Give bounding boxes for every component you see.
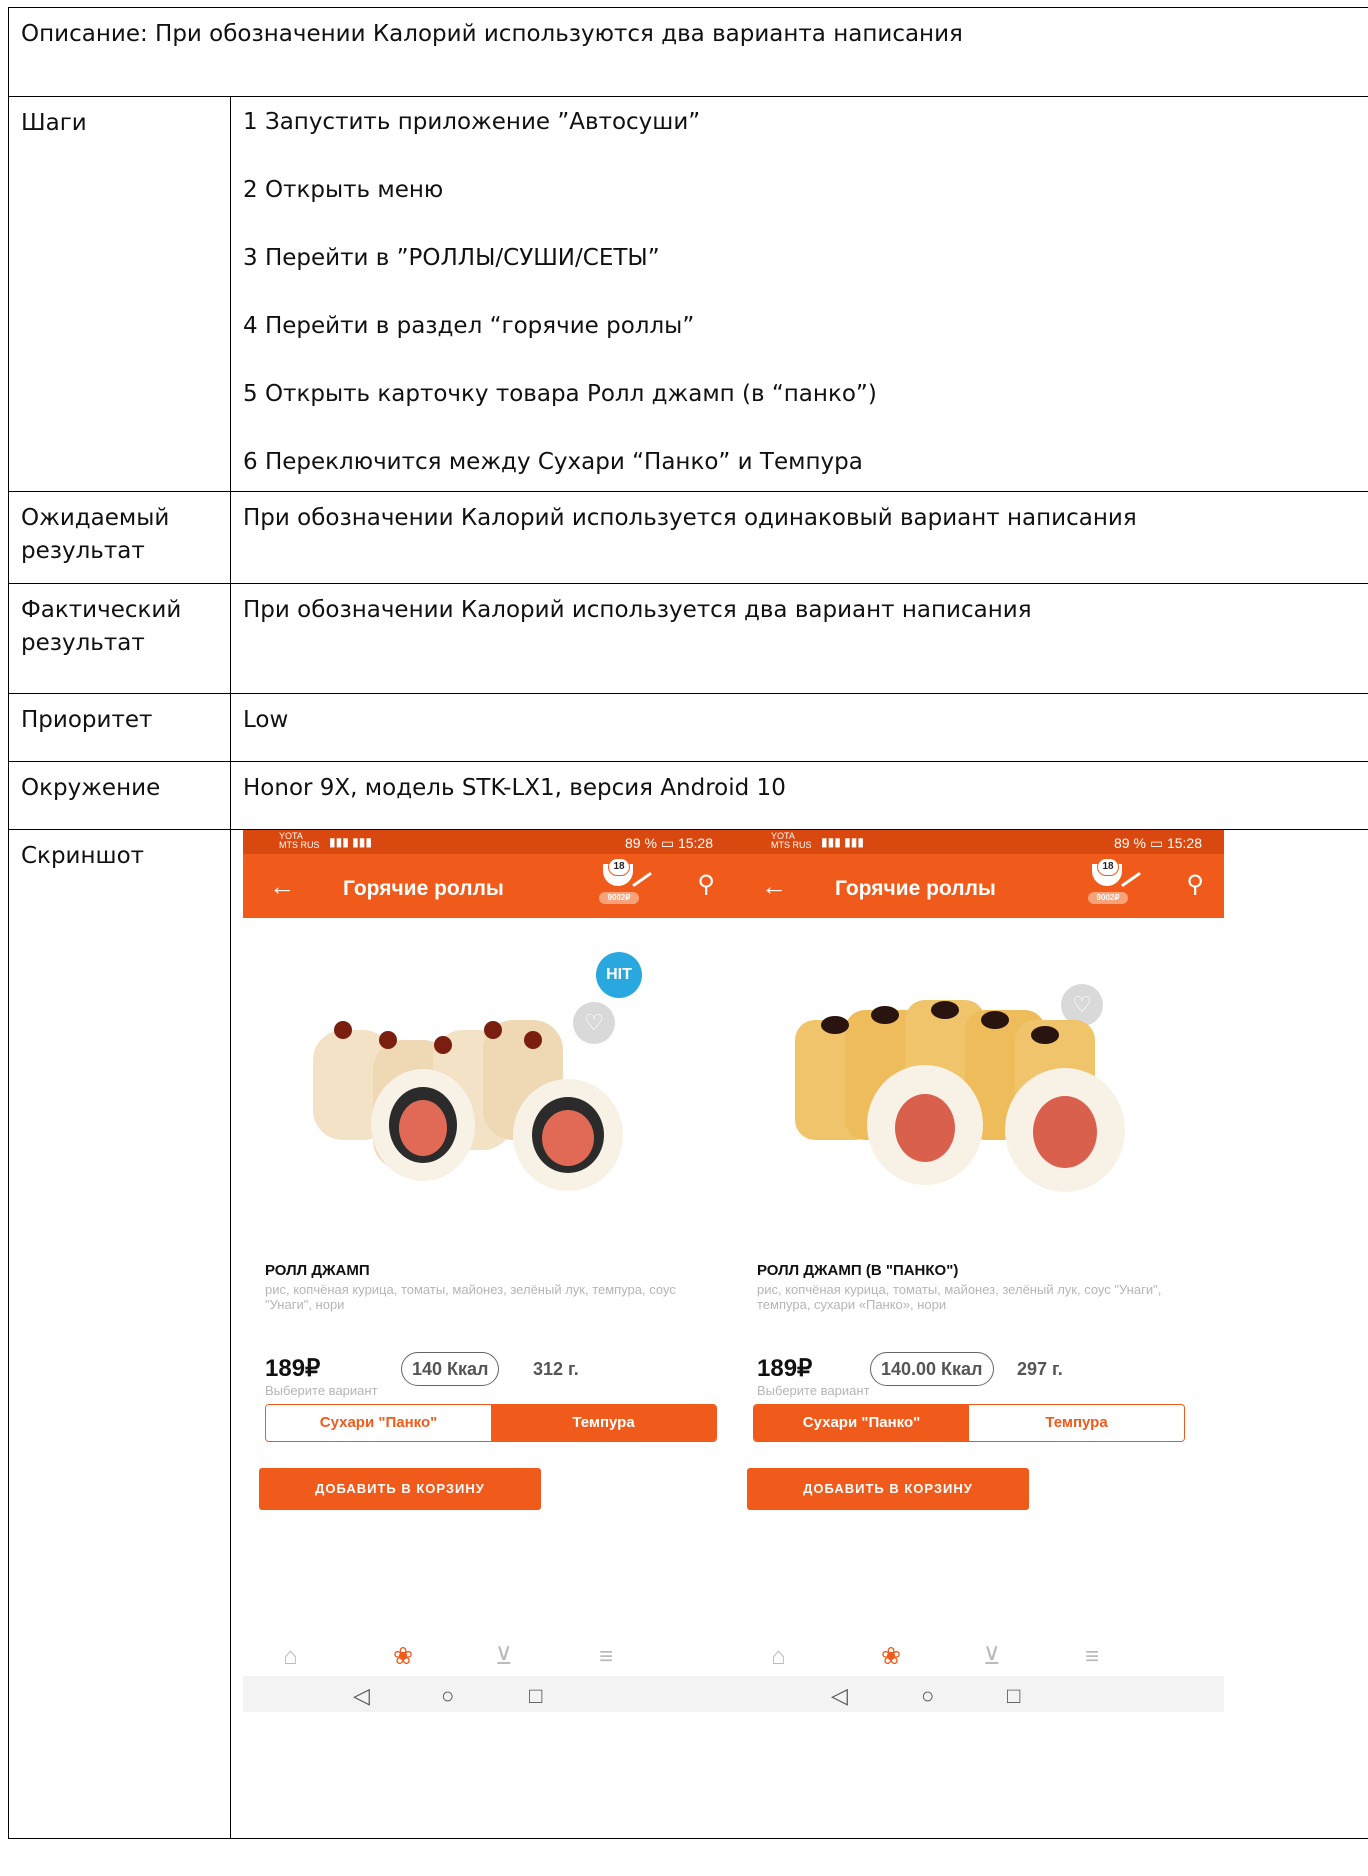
home-icon[interactable]: ⌂ (283, 1640, 298, 1675)
basket-icon[interactable]: ⊻ (983, 1640, 1001, 1675)
step-4: 4 Перейти в раздел “горячие роллы” (243, 313, 695, 339)
arrow-left-icon[interactable]: ← (761, 868, 787, 906)
nav-back-icon[interactable]: ◁ (353, 1680, 370, 1712)
cart-bowl-icon[interactable]: 18 9002₽ (599, 858, 655, 912)
system-navigation: ◁ ○ □ (243, 1676, 735, 1712)
screenshot-cell: YOTA MTS RUS ▮▮▮ ▮▮▮ 89 % ▭ 15:28 ← Горяч… (230, 829, 1368, 1839)
app-bar: ← Горячие роллы 18 9002₽ ⚲ (735, 854, 1224, 918)
product-name: РОЛЛ ДЖАМП (265, 1262, 370, 1279)
signal-icon: ▮▮▮ ▮▮▮ (821, 835, 864, 849)
product-weight: 312 г. (533, 1359, 579, 1379)
variant-toggle: Сухари "Панко" Темпура (753, 1404, 1185, 1442)
basket-icon[interactable]: ⊻ (495, 1640, 513, 1675)
phone-right: YOTA MTS RUS ▮▮▮ ▮▮▮ 89 % ▭ 15:28 ← Горяч… (735, 830, 1224, 1712)
product-ingredients: рис, копчёная курица, томаты, майонез, з… (265, 1282, 676, 1312)
product-weight: 297 г. (1017, 1359, 1063, 1379)
bottom-tabs: ⌂ ❀ ⊻ ≡ (243, 1640, 735, 1672)
signal-icon: ▮▮▮ ▮▮▮ (329, 835, 372, 849)
step-1: 1 Запустить приложение ”Автосуши” (243, 109, 701, 135)
bug-report-table: Описание: При обозначении Калорий исполь… (8, 7, 1368, 1839)
sushi-icon[interactable]: ❀ (393, 1640, 413, 1675)
sushi-roll (313, 1020, 623, 1191)
system-navigation: ◁ ○ □ (735, 1676, 1224, 1712)
sushi-image (795, 1000, 1125, 1192)
variant-toggle: Сухари "Панко" Темпура (265, 1404, 717, 1442)
variant-hint: Выберите вариант (757, 1383, 870, 1398)
search-icon[interactable]: ⚲ (1186, 868, 1204, 903)
screenshot-label: Скриншот (8, 829, 231, 1839)
sushi-roll (795, 1000, 1125, 1192)
steps-label: Шаги (8, 96, 231, 492)
battery-time: 89 % ▭ 15:28 (1114, 835, 1202, 851)
product-kcal: 140 Ккал (401, 1352, 500, 1387)
cart-count: 18 (1097, 858, 1119, 876)
status-bar: YOTA MTS RUS ▮▮▮ ▮▮▮ 89 % ▭ 15:28 (243, 830, 735, 854)
variant-tempura[interactable]: Темпура (969, 1405, 1184, 1441)
app-bar: ← Горячие роллы 18 9002₽ ⚲ (243, 854, 735, 918)
phone-left: YOTA MTS RUS ▮▮▮ ▮▮▮ 89 % ▭ 15:28 ← Горяч… (243, 830, 735, 1712)
screen-title: Горячие роллы (835, 877, 996, 900)
cart-price: 9002₽ (1088, 892, 1128, 904)
status-bar: YOTA MTS RUS ▮▮▮ ▮▮▮ 89 % ▭ 15:28 (735, 830, 1224, 854)
cart-price: 9002₽ (599, 892, 639, 904)
screen-title: Горячие роллы (343, 877, 504, 900)
nav-home-icon[interactable]: ○ (441, 1680, 454, 1712)
product-ingredients: рис, копчёная курица, томаты, майонез, з… (757, 1282, 1162, 1312)
step-6: 6 Переключится между Сухари “Панко” и Те… (243, 449, 863, 475)
environment-value: Honor 9X, модель STK-LX1, версия Android… (230, 761, 1368, 830)
carrier: YOTA MTS RUS (279, 831, 320, 850)
menu-icon[interactable]: ≡ (599, 1640, 613, 1675)
description: Описание: При обозначении Калорий исполь… (8, 7, 1368, 97)
nav-home-icon[interactable]: ○ (921, 1680, 934, 1712)
step-3: 3 Перейти в ”РОЛЛЫ/СУШИ/СЕТЫ” (243, 245, 660, 271)
menu-icon[interactable]: ≡ (1085, 1640, 1099, 1675)
add-to-cart-button[interactable]: ДОБАВИТЬ В КОРЗИНУ (747, 1468, 1029, 1510)
product-kcal: 140.00 Ккал (870, 1352, 994, 1387)
variant-hint: Выберите вариант (265, 1383, 378, 1398)
step-5: 5 Открыть карточку товара Ролл джамп (в … (243, 381, 877, 407)
variant-panko[interactable]: Сухари "Панко" (266, 1405, 491, 1441)
priority-label: Приоритет (8, 693, 231, 762)
phone-screenshots: YOTA MTS RUS ▮▮▮ ▮▮▮ 89 % ▭ 15:28 ← Горяч… (243, 830, 1224, 1830)
expected-label: Ожидаемый результат (8, 491, 231, 584)
home-icon[interactable]: ⌂ (771, 1640, 786, 1675)
steps-list: 1 Запустить приложение ”Автосуши” 2 Откр… (230, 96, 1368, 492)
search-icon[interactable]: ⚲ (697, 868, 715, 903)
priority-value: Low (230, 693, 1368, 762)
cart-bowl-icon[interactable]: 18 9002₽ (1088, 858, 1144, 912)
battery-time: 89 % ▭ 15:28 (625, 835, 713, 851)
cart-count: 18 (608, 858, 630, 876)
bottom-tabs: ⌂ ❀ ⊻ ≡ (735, 1640, 1224, 1672)
step-2: 2 Открыть меню (243, 177, 444, 203)
variant-tempura[interactable]: Темпура (491, 1405, 716, 1441)
expected-value: При обозначении Калорий используется оди… (230, 491, 1368, 584)
variant-panko[interactable]: Сухари "Панко" (754, 1405, 969, 1441)
sushi-icon[interactable]: ❀ (881, 1640, 901, 1675)
nav-back-icon[interactable]: ◁ (831, 1680, 848, 1712)
actual-label: Фактический результат (8, 583, 231, 694)
add-to-cart-button[interactable]: ДОБАВИТЬ В КОРЗИНУ (259, 1468, 541, 1510)
nav-recents-icon[interactable]: □ (529, 1680, 542, 1712)
environment-label: Окружение (8, 761, 231, 830)
arrow-left-icon[interactable]: ← (269, 868, 295, 906)
carrier: YOTA MTS RUS (771, 831, 812, 850)
actual-value: При обозначении Калорий используется два… (230, 583, 1368, 694)
sushi-image (313, 1020, 623, 1191)
nav-recents-icon[interactable]: □ (1007, 1680, 1020, 1712)
product-name: РОЛЛ ДЖАМП (В "ПАНКО") (757, 1262, 959, 1279)
